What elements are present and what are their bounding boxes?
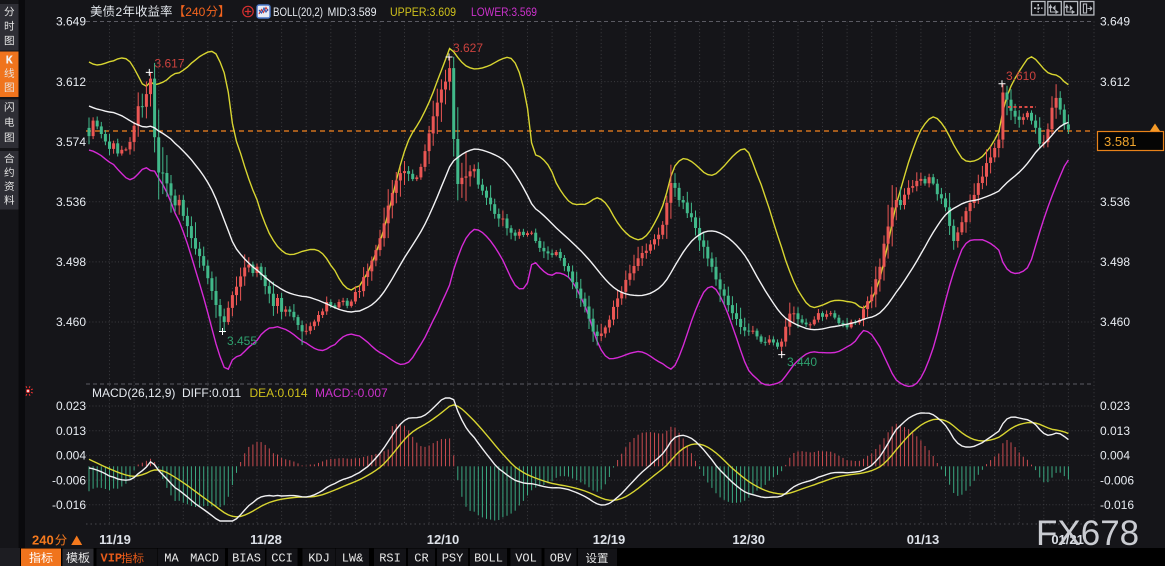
svg-text:3.649: 3.649 <box>1100 15 1130 29</box>
svg-text:-0.006: -0.006 <box>1100 473 1134 487</box>
svg-text:KDJ: KDJ <box>308 552 330 566</box>
svg-text:0.013: 0.013 <box>1100 424 1130 438</box>
svg-text:UPPER:3.609: UPPER:3.609 <box>390 7 456 19</box>
svg-text:FX678: FX678 <box>1036 514 1139 553</box>
svg-text:3.460: 3.460 <box>56 315 86 329</box>
svg-text:3.536: 3.536 <box>1100 195 1130 209</box>
svg-text:CCI: CCI <box>271 552 293 566</box>
svg-text:3.440: 3.440 <box>787 355 817 369</box>
svg-text:3.627: 3.627 <box>453 41 483 55</box>
svg-text:MACD:-0.007: MACD:-0.007 <box>315 386 388 400</box>
svg-text:0.023: 0.023 <box>56 399 86 413</box>
svg-text:12/30: 12/30 <box>732 532 765 547</box>
svg-text:0.013: 0.013 <box>56 424 86 438</box>
svg-text:11/28: 11/28 <box>250 532 282 547</box>
svg-text:3.610: 3.610 <box>1006 69 1036 83</box>
svg-text:3.649: 3.649 <box>56 15 86 29</box>
svg-text:3.498: 3.498 <box>56 255 86 269</box>
svg-text:MID:3.589: MID:3.589 <box>328 7 377 19</box>
svg-text:RSI: RSI <box>379 552 401 566</box>
svg-text:LW&: LW& <box>342 552 364 566</box>
svg-text:3.455: 3.455 <box>227 334 257 348</box>
svg-text:3.574: 3.574 <box>56 135 86 149</box>
svg-text:0.004: 0.004 <box>1100 449 1130 463</box>
svg-text:DEA:0.014: DEA:0.014 <box>250 386 308 400</box>
svg-text:VOL: VOL <box>515 552 537 566</box>
svg-text:3.536: 3.536 <box>56 195 86 209</box>
svg-text:240: 240 <box>32 533 54 548</box>
svg-text:K: K <box>6 54 14 68</box>
svg-text:OBV: OBV <box>550 552 572 566</box>
svg-text:3.460: 3.460 <box>1100 315 1130 329</box>
svg-text:CR: CR <box>414 552 428 566</box>
svg-text:3.581: 3.581 <box>1104 134 1137 149</box>
svg-text:DIFF:0.011: DIFF:0.011 <box>182 386 241 400</box>
svg-text:BIAS: BIAS <box>232 552 261 566</box>
svg-text:3.617: 3.617 <box>155 57 185 71</box>
svg-text:12/10: 12/10 <box>427 532 460 547</box>
svg-text:3.612: 3.612 <box>1100 75 1130 89</box>
svg-text:MA: MA <box>164 552 179 566</box>
svg-text:0.004: 0.004 <box>56 449 86 463</box>
svg-text:-0.016: -0.016 <box>52 498 86 512</box>
svg-text:-0.016: -0.016 <box>1100 498 1134 512</box>
svg-text:MACD(26,12,9): MACD(26,12,9) <box>92 386 175 400</box>
svg-text:PSY: PSY <box>442 552 464 566</box>
svg-text:LOWER:3.569: LOWER:3.569 <box>471 7 537 19</box>
svg-text:3.498: 3.498 <box>1100 255 1130 269</box>
svg-text:3.612: 3.612 <box>56 75 86 89</box>
svg-text:BOLL: BOLL <box>474 552 503 566</box>
svg-text:BOLL(20,2): BOLL(20,2) <box>273 7 323 19</box>
svg-text:01/13: 01/13 <box>907 532 940 547</box>
svg-text:0.023: 0.023 <box>1100 399 1130 413</box>
svg-text:2: 2 <box>116 5 123 19</box>
svg-text:-0.006: -0.006 <box>52 473 86 487</box>
svg-text:VIP: VIP <box>101 552 123 566</box>
svg-text:240: 240 <box>185 5 205 19</box>
svg-text:MACD: MACD <box>190 552 219 566</box>
svg-text:12/19: 12/19 <box>593 532 626 547</box>
svg-text:11/19: 11/19 <box>99 532 131 547</box>
